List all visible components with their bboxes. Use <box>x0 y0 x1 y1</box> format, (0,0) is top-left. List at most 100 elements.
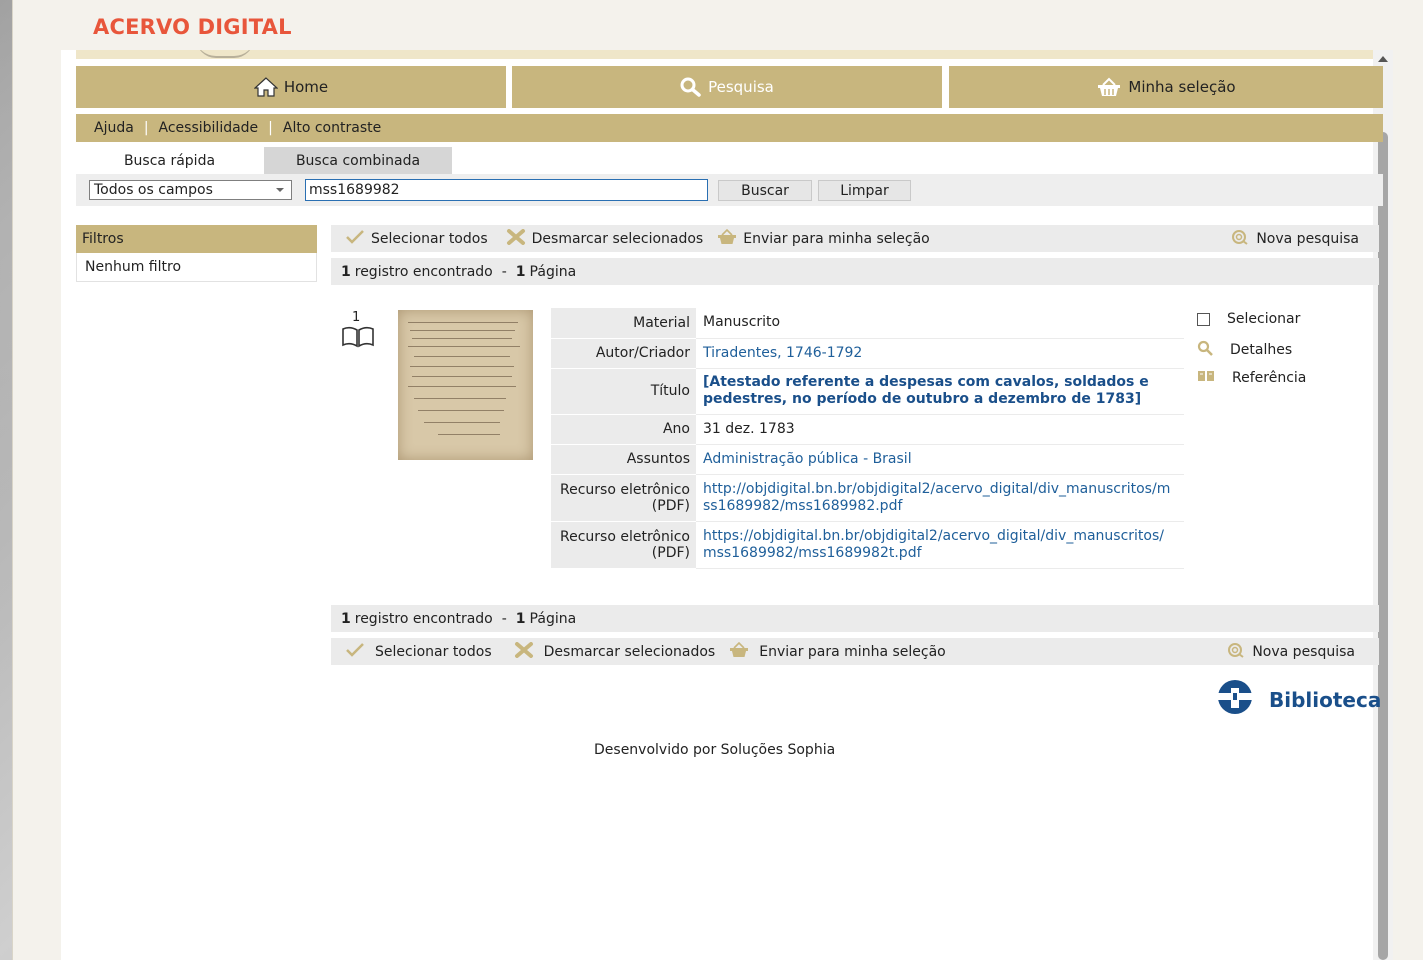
results-count-top: 1 registro encontrado - 1 Página <box>331 258 1379 285</box>
table-row: Material Manuscrito <box>551 308 1184 339</box>
scroll-thumb[interactable] <box>1378 132 1388 960</box>
table-row: Assuntos Administração pública - Brasil <box>551 444 1184 475</box>
reference-icon <box>1197 369 1215 387</box>
reference-label: Referência <box>1232 370 1307 386</box>
scroll-up-arrow-icon[interactable] <box>1378 56 1388 62</box>
field-select-value: Todos os campos <box>94 182 213 198</box>
search-input[interactable]: mss1689982 <box>305 179 708 201</box>
table-row: Título [Atestado referente a despesas co… <box>551 368 1184 415</box>
page-count: 1 <box>515 263 526 280</box>
new-search-button[interactable]: Nova pesquisa <box>1226 642 1355 662</box>
magnifier-icon <box>1197 340 1213 360</box>
reference-link[interactable]: Referência <box>1197 369 1306 387</box>
action-bar-top: Selecionar todos Desmarcar selecionados … <box>331 225 1379 252</box>
filters-panel: Filtros Nenhum filtro <box>76 225 317 282</box>
deselect-button[interactable]: Desmarcar selecionados <box>506 228 704 249</box>
nav-search-button[interactable]: Pesquisa <box>512 66 942 108</box>
utility-bar: Ajuda | Acessibilidade | Alto contraste <box>76 114 1383 142</box>
select-record-checkbox[interactable]: Selecionar <box>1197 311 1300 327</box>
select-all-label: Selecionar todos <box>375 643 492 660</box>
result-count-label: registro encontrado <box>354 610 493 627</box>
nav-selection-label: Minha seleção <box>1128 78 1236 96</box>
field-select[interactable]: Todos os campos <box>89 180 292 200</box>
field-label: Recurso eletrônico (PDF) <box>551 521 696 569</box>
field-value-material: Manuscrito <box>696 308 1184 339</box>
new-search-label: Nova pesquisa <box>1252 643 1355 660</box>
new-search-icon <box>1230 229 1250 249</box>
footer-credit: Desenvolvido por Soluções Sophia <box>594 742 836 758</box>
field-label: Material <box>551 308 696 339</box>
x-icon <box>514 641 534 662</box>
send-to-selection-label: Enviar para minha seleção <box>759 643 946 660</box>
details-link[interactable]: Detalhes <box>1197 340 1292 360</box>
search-button[interactable]: Buscar <box>718 180 812 201</box>
browser-window: ACERVO DIGITAL Home Pesquisa Minha seleç… <box>12 0 1423 960</box>
chevron-down-icon <box>276 188 284 192</box>
pdf-link[interactable]: http://objdigital.bn.br/objdigital2/acer… <box>696 474 1184 522</box>
basket-icon <box>729 641 749 662</box>
field-label: Autor/Criador <box>551 338 696 369</box>
action-bar-bottom: Selecionar todos Desmarcar selecionados … <box>331 638 1379 665</box>
content-frame: Home Pesquisa Minha seleção Ajuda | Aces… <box>61 50 1393 960</box>
table-row: Autor/Criador Tiradentes, 1746-1792 <box>551 338 1184 369</box>
biblioteca-logo-icon <box>1209 678 1261 721</box>
search-row: Todos os campos mss1689982 Buscar Limpar <box>76 174 1383 206</box>
results-count-bottom: 1 registro encontrado - 1 Página <box>331 605 1379 632</box>
search-icon <box>680 77 702 97</box>
record-table: Material Manuscrito Autor/Criador Tirade… <box>551 308 1184 569</box>
filters-none: Nenhum filtro <box>76 253 317 282</box>
biblioteca-label: Biblioteca <box>1269 687 1382 712</box>
nav-home-button[interactable]: Home <box>76 66 506 108</box>
manuscript-thumbnail[interactable] <box>398 310 533 460</box>
check-icon <box>345 229 365 249</box>
page-count-label: Página <box>529 263 577 280</box>
field-label: Recurso eletrônico (PDF) <box>551 474 696 522</box>
subject-link[interactable]: Administração pública - Brasil <box>696 444 1184 475</box>
field-value-year: 31 dez. 1783 <box>696 414 1184 445</box>
home-icon <box>253 77 278 97</box>
tab-quick-search[interactable]: Busca rápida <box>76 147 263 174</box>
high-contrast-link[interactable]: Alto contraste <box>273 120 391 136</box>
basket-icon <box>1096 77 1122 97</box>
send-to-selection-button[interactable]: Enviar para minha seleção <box>729 641 946 662</box>
title-link[interactable]: [Atestado referente a despesas com caval… <box>696 368 1184 415</box>
nav-search-label: Pesquisa <box>708 78 774 96</box>
result-count-label: registro encontrado <box>354 263 493 280</box>
deselect-label: Desmarcar selecionados <box>531 230 704 247</box>
table-row: Recurso eletrônico (PDF) https://objdigi… <box>551 521 1184 569</box>
nav-selection-button[interactable]: Minha seleção <box>949 66 1383 108</box>
details-label: Detalhes <box>1230 342 1293 358</box>
accessibility-link[interactable]: Acessibilidade <box>149 120 269 136</box>
help-link[interactable]: Ajuda <box>76 120 144 136</box>
new-search-button[interactable]: Nova pesquisa <box>1230 229 1359 249</box>
app-title: ACERVO DIGITAL <box>93 15 292 39</box>
page-count: 1 <box>515 610 526 627</box>
book-icon[interactable] <box>341 326 375 352</box>
nav-home-label: Home <box>283 78 329 96</box>
clear-button[interactable]: Limpar <box>818 180 911 201</box>
deselect-button[interactable]: Desmarcar selecionados <box>514 641 716 662</box>
result-count: 1 <box>341 610 351 627</box>
select-all-button[interactable]: Selecionar todos <box>345 229 488 249</box>
select-all-button[interactable]: Selecionar todos <box>345 642 492 662</box>
tab-combined-search[interactable]: Busca combinada <box>264 147 452 174</box>
checkbox-icon[interactable] <box>1197 312 1210 326</box>
send-to-selection-button[interactable]: Enviar para minha seleção <box>717 228 930 249</box>
select-all-label: Selecionar todos <box>371 230 488 247</box>
select-label: Selecionar <box>1227 311 1301 327</box>
logo-strip <box>76 50 1383 59</box>
page-count-label: Página <box>529 610 577 627</box>
field-label: Ano <box>551 414 696 445</box>
pdf-link[interactable]: https://objdigital.bn.br/objdigital2/ace… <box>696 521 1184 569</box>
result-count: 1 <box>341 263 351 280</box>
filters-title: Filtros <box>76 225 317 253</box>
biblioteca-brand[interactable]: Biblioteca <box>1209 678 1381 721</box>
author-link[interactable]: Tiradentes, 1746-1792 <box>696 338 1184 369</box>
record-number: 1 <box>352 310 361 325</box>
table-row: Ano 31 dez. 1783 <box>551 414 1184 445</box>
table-row: Recurso eletrônico (PDF) http://objdigit… <box>551 474 1184 522</box>
deselect-label: Desmarcar selecionados <box>543 643 716 660</box>
field-label: Título <box>551 368 696 415</box>
field-label: Assuntos <box>551 444 696 475</box>
separator: - <box>501 610 507 627</box>
